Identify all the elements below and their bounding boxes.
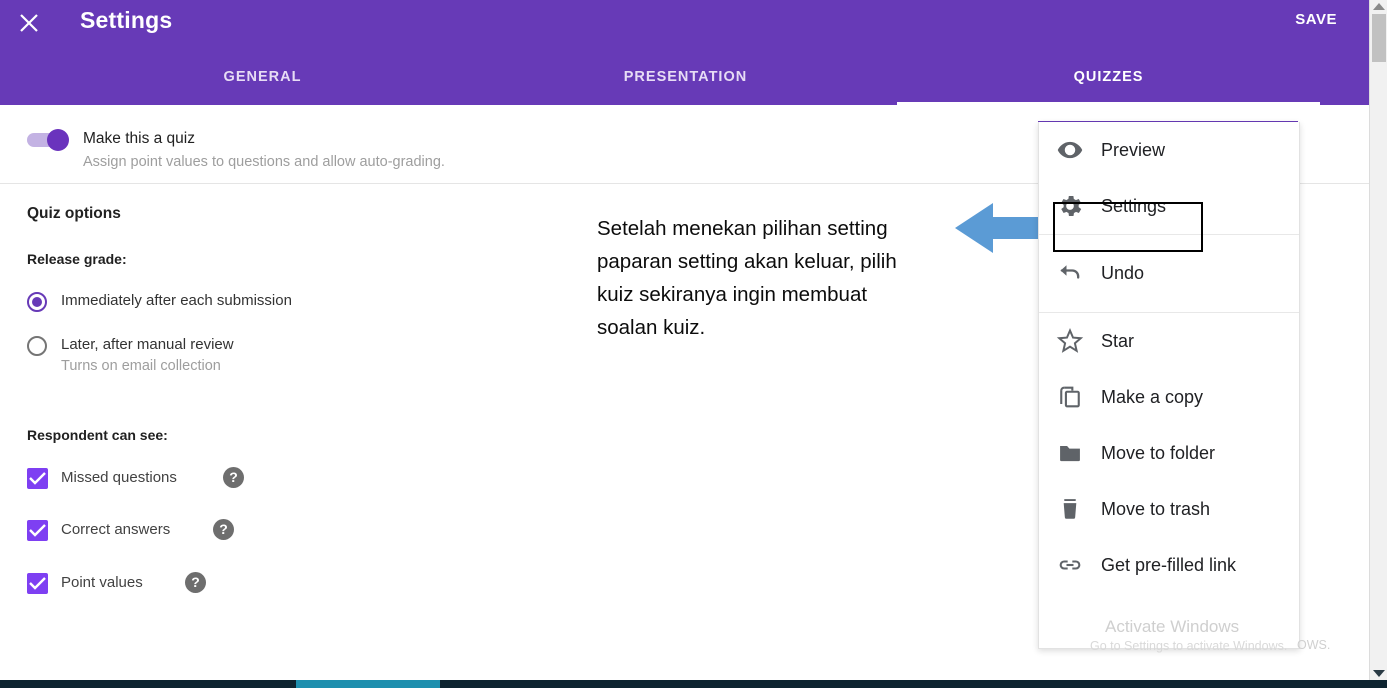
taskbar-active-segment — [296, 680, 440, 688]
menu-item-move-to-folder[interactable]: Move to folder — [1039, 425, 1299, 481]
help-icon[interactable]: ? — [223, 467, 244, 488]
menu-item-star[interactable]: Star — [1039, 313, 1299, 369]
annotation-text: Setelah menekan pilihan setting paparan … — [597, 217, 897, 339]
copy-icon — [1039, 383, 1101, 411]
radio-indicator — [27, 292, 47, 312]
menu-item-label: Make a copy — [1101, 386, 1204, 407]
radio-sublabel: Turns on email collection — [61, 358, 221, 374]
checkbox-indicator — [27, 573, 48, 594]
radio-label: Later, after manual review — [61, 336, 234, 353]
tab-general[interactable]: GENERAL — [51, 60, 474, 105]
menu-item-preview[interactable]: Preview — [1039, 122, 1299, 178]
radio-label: Immediately after each submission — [61, 292, 292, 309]
scroll-up-arrow-icon[interactable] — [1373, 3, 1385, 10]
settings-dialog: Settings SAVE GENERAL PRESENTATION QUIZZ… — [0, 0, 1369, 678]
checkbox-label: Point values — [61, 574, 143, 591]
link-icon — [1039, 551, 1101, 579]
dialog-header: Settings SAVE GENERAL PRESENTATION QUIZZ… — [0, 0, 1369, 105]
checkbox-label: Correct answers — [61, 521, 171, 538]
make-quiz-label: Make this a quiz — [83, 130, 195, 147]
activate-windows-subtitle: Go to Settings to activate Windows. — [1090, 639, 1288, 653]
menu-item-undo[interactable]: Undo — [1039, 235, 1299, 312]
trash-icon — [1039, 495, 1101, 523]
undo-icon — [1039, 260, 1101, 288]
help-icon[interactable]: ? — [213, 519, 234, 540]
release-grade-label: Release grade: — [27, 251, 127, 267]
toggle-knob — [47, 129, 69, 151]
save-button[interactable]: SAVE — [1295, 11, 1337, 28]
page-scrollbar[interactable] — [1369, 0, 1387, 680]
more-actions-menu: Preview Settings Undo Star Make a copy M… — [1038, 122, 1300, 649]
menu-item-label: Preview — [1101, 139, 1166, 160]
menu-item-move-to-trash[interactable]: Move to trash — [1039, 481, 1299, 537]
eye-icon — [1039, 136, 1101, 164]
activate-windows-fragment: OWS. — [1297, 638, 1331, 652]
checkbox-indicator — [27, 468, 48, 489]
menu-item-label: Move to trash — [1101, 498, 1211, 519]
radio-indicator — [27, 336, 47, 356]
help-icon[interactable]: ? — [185, 572, 206, 593]
make-quiz-description: Assign point values to questions and all… — [83, 154, 445, 170]
menu-item-settings[interactable]: Settings — [1039, 178, 1299, 234]
menu-item-label: Star — [1101, 330, 1135, 351]
scroll-down-arrow-icon[interactable] — [1373, 670, 1385, 677]
respondent-can-see-label: Respondent can see: — [27, 427, 168, 443]
activate-windows-title: Activate Windows — [1105, 617, 1240, 636]
checkbox-label: Missed questions — [61, 469, 177, 486]
taskbar-strip — [0, 680, 1387, 688]
menu-item-get-pre-filled-link[interactable]: Get pre-filled link — [1039, 537, 1299, 593]
star-icon — [1039, 327, 1101, 355]
menu-item-label: Get pre-filled link — [1101, 554, 1237, 575]
scrollbar-thumb[interactable] — [1372, 14, 1386, 62]
settings-tabs: GENERAL PRESENTATION QUIZZES — [51, 60, 1320, 105]
tab-presentation[interactable]: PRESENTATION — [474, 60, 897, 105]
annotation-arrow-icon — [955, 200, 1050, 256]
folder-icon — [1039, 439, 1101, 467]
close-icon[interactable] — [14, 8, 44, 38]
checkbox-indicator — [27, 520, 48, 541]
menu-item-label: Move to folder — [1101, 442, 1216, 463]
page-title: Settings — [80, 7, 173, 33]
quiz-options-heading: Quiz options — [27, 205, 121, 222]
tab-quizzes[interactable]: QUIZZES — [897, 60, 1320, 105]
menu-item-make-a-copy[interactable]: Make a copy — [1039, 369, 1299, 425]
make-quiz-toggle[interactable] — [27, 129, 71, 151]
menu-item-label: Undo — [1101, 263, 1145, 283]
menu-item-label: Settings — [1101, 195, 1167, 216]
gear-icon — [1039, 192, 1101, 220]
